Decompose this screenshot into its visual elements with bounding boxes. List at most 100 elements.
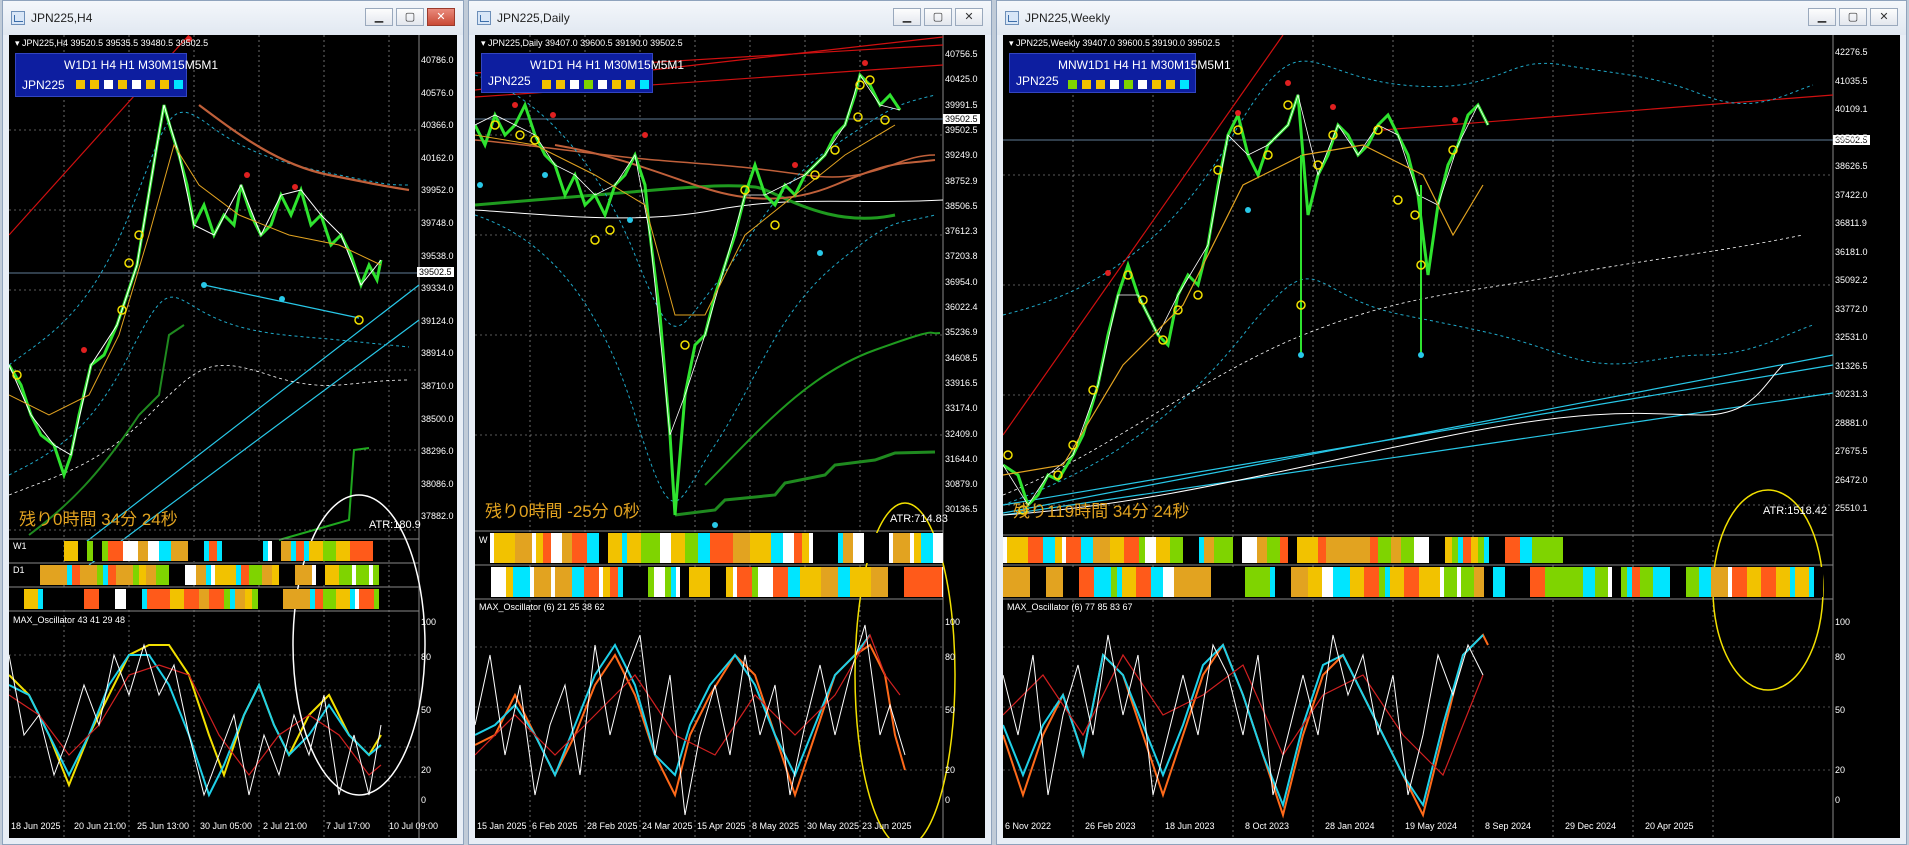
status-bar-cell [622, 533, 627, 563]
status-bar-cell [64, 541, 78, 561]
status-bar-cell [272, 541, 281, 561]
price-tick-label: 40786.0 [421, 55, 454, 65]
time-tick-label: 26 Feb 2023 [1085, 821, 1136, 831]
time-tick-label: 18 Jun 2023 [1165, 821, 1215, 831]
status-bar-cell [57, 565, 67, 585]
status-bar-cell [689, 567, 703, 597]
status-bar-cell [534, 567, 551, 597]
status-bar-cell [864, 533, 880, 563]
time-tick-label: 19 May 2024 [1405, 821, 1458, 831]
time-tick-label: 30 Jun 05:00 [200, 821, 253, 831]
status-bar-cell [1055, 537, 1062, 563]
symbol-info: JPN225,Daily 39407.0 39600.5 39190.0 395… [481, 38, 683, 49]
status-bar-cell [1370, 537, 1378, 563]
status-bar-cell [685, 533, 698, 563]
window-titlebar[interactable]: JPN225,H4 ▁ ▢ ✕ [3, 1, 463, 35]
maximize-button[interactable]: ▢ [924, 8, 952, 26]
status-bar-cell [927, 567, 942, 597]
status-bar-cell [910, 533, 914, 563]
oscillator-tick-label: 80 [421, 652, 432, 662]
status-bar-cell [268, 541, 272, 561]
minimize-button[interactable]: ▁ [365, 8, 393, 26]
status-bar-cell [1621, 567, 1627, 597]
status-bar-cell [671, 567, 676, 597]
price-tick-label: 40162.0 [421, 152, 454, 163]
remaining-time: 残り119時間 34分 24秒 [1013, 502, 1190, 521]
status-bar-cell [880, 533, 889, 563]
chart-window-daily[interactable]: JPN225,Daily ▁ ▢ ✕ ▾ JPN225,Daily 39407.… [468, 0, 992, 845]
oscillator-tick-label: 50 [1835, 705, 1846, 715]
status-bar-cell [1747, 567, 1761, 597]
close-button[interactable]: ✕ [1870, 8, 1898, 26]
chart-area[interactable]: JPN225,Weekly 39407.0 39600.5 39190.0 39… [1003, 35, 1900, 838]
status-bar-cell [599, 567, 603, 597]
status-bar-cell [1653, 567, 1665, 597]
price-tick-label: 40109.1 [1835, 104, 1868, 114]
status-bar-cell [1110, 537, 1124, 563]
status-bar-cell [304, 541, 309, 561]
status-bar-cell [1028, 537, 1043, 563]
minimize-button[interactable]: ▁ [893, 8, 921, 26]
price-tick-label: 39249.0 [945, 150, 978, 161]
status-bar-cell [1551, 537, 1563, 563]
price-tick-label: 36181.0 [1835, 246, 1868, 257]
status-bar-cell [490, 533, 494, 563]
timeframe-square [132, 80, 141, 89]
chart-window-weekly[interactable]: JPN225,Weekly ▁ ▢ ✕ ▾ JPN225,Weekly 3940… [996, 0, 1907, 845]
status-bar-cell [1458, 537, 1463, 563]
status-bar-cell [543, 533, 551, 563]
status-bar-cell [126, 589, 142, 609]
status-bar-cell [356, 565, 369, 585]
timeframe-square [1096, 80, 1105, 89]
status-bar-cell [1809, 567, 1814, 597]
oscillator-tick-label: 100 [1835, 617, 1851, 627]
price-tick-label: 39991.5 [945, 99, 978, 110]
status-bar-cell [336, 541, 350, 561]
status-bar-cell [551, 567, 555, 597]
timeframe-square [612, 80, 621, 89]
status-bar-cell [1093, 537, 1110, 563]
status-bar-cell [1583, 567, 1595, 597]
price-tick-label: 33174.0 [945, 403, 978, 414]
price-tick-label: 38500.0 [421, 413, 454, 424]
status-bar-cell [204, 541, 209, 561]
status-bar-cell [102, 541, 108, 561]
status-bar-cell [1030, 567, 1046, 597]
close-button[interactable]: ✕ [427, 8, 455, 26]
oscillator-tick-label: 20 [945, 765, 956, 775]
timeframe-symbol: JPN225 [1016, 74, 1059, 88]
status-bar-cell [921, 533, 933, 563]
chart-area[interactable]: JPN225,Daily 39407.0 39600.5 39190.0 395… [475, 35, 985, 838]
maximize-button[interactable]: ▢ [1839, 8, 1867, 26]
status-bar-cell [1311, 537, 1318, 563]
status-bar-cell [1532, 537, 1545, 563]
minimize-button[interactable]: ▁ [1808, 8, 1836, 26]
status-bar-cell [1014, 537, 1028, 563]
status-bar-cell [272, 565, 279, 585]
status-bar-cell [374, 589, 379, 609]
status-bar-cell [1145, 537, 1156, 563]
status-bar-cell [494, 533, 501, 563]
timeframe-square [1180, 80, 1189, 89]
status-bar-cell [515, 533, 532, 563]
maximize-button[interactable]: ▢ [396, 8, 424, 26]
status-bar-cell [1484, 537, 1489, 563]
price-tick-label: 36022.4 [945, 302, 978, 312]
status-bar-cell [1106, 567, 1111, 597]
timeframe-square [118, 80, 127, 89]
chart-window-h4[interactable]: JPN225,H4 ▁ ▢ ✕ ▾ JPN225,H4 39520.5 3953… [2, 0, 464, 845]
status-bar-cell [1204, 537, 1214, 563]
window-titlebar[interactable]: JPN225,Daily ▁ ▢ ✕ [469, 1, 991, 35]
status-bar-cell [1814, 567, 1823, 597]
price-tick-label: 26472.0 [1835, 474, 1868, 485]
chart-area[interactable]: JPN225,H4 39520.5 39535.5 39480.5 39502.… [9, 35, 457, 838]
time-tick-label: 29 Dec 2024 [1565, 821, 1617, 831]
status-bar-cell [315, 589, 323, 609]
status-bar-cell [1220, 567, 1236, 597]
status-bar-cell [211, 565, 215, 585]
status-bar-cell [843, 533, 853, 563]
window-titlebar[interactable]: JPN225,Weekly ▁ ▢ ✕ [997, 1, 1906, 35]
status-bar-cell [1463, 537, 1471, 563]
status-bar-cell [148, 541, 159, 561]
close-button[interactable]: ✕ [955, 8, 983, 26]
